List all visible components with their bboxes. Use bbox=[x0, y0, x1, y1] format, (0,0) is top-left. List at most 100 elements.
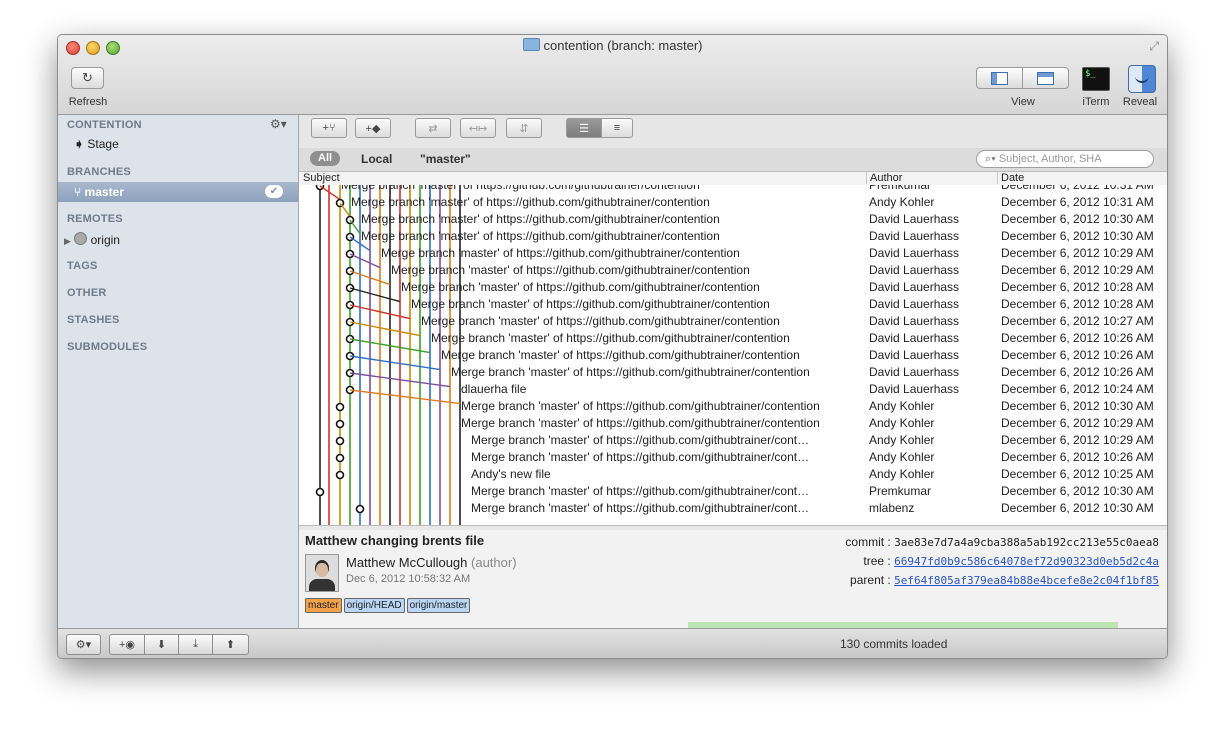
commit-subject-cell: Merge branch 'master' of https://github.… bbox=[401, 280, 760, 294]
commit-date-cell: December 6, 2012 10:26 AM bbox=[1001, 365, 1154, 379]
commit-subject-cell: Andy's new file bbox=[471, 467, 551, 481]
sidebar-header-submodules[interactable]: SUBMODULES bbox=[67, 341, 147, 353]
toolbar: contention (branch: master) ⤢ ↻ Refresh … bbox=[58, 35, 1167, 115]
commit-date-cell: December 6, 2012 10:31 AM bbox=[1001, 195, 1154, 209]
sidebar-header-branches: BRANCHES bbox=[67, 166, 131, 178]
table-row[interactable]: Merge branch 'master' of https://github.… bbox=[299, 484, 1167, 501]
push-button[interactable]: ⬆ bbox=[212, 634, 249, 655]
rebase-button[interactable]: ⇵ bbox=[506, 118, 542, 138]
fetch-button[interactable]: ⬇ bbox=[144, 634, 179, 655]
merge-button[interactable]: ⇄ bbox=[415, 118, 451, 138]
commit-date-cell: December 6, 2012 10:26 AM bbox=[1001, 331, 1154, 345]
add-tag-icon: +◆ bbox=[365, 122, 381, 135]
commit-date-cell: December 6, 2012 10:30 AM bbox=[1001, 212, 1154, 226]
reveal-in-finder-button[interactable] bbox=[1128, 65, 1156, 93]
pull-button[interactable]: ⤓ bbox=[178, 634, 213, 655]
table-row[interactable]: Merge branch 'master' of https://github.… bbox=[299, 229, 1167, 246]
commit-sha-row: commit : 3ae83e7d7a4a9cba388a5ab192cc213… bbox=[845, 535, 1159, 549]
filter-local[interactable]: Local bbox=[361, 152, 392, 166]
detailed-view-button[interactable]: ☰ bbox=[566, 118, 602, 138]
commit-date-cell: December 6, 2012 10:30 AM bbox=[1001, 229, 1154, 243]
avatar bbox=[305, 554, 339, 592]
filter-all[interactable]: All bbox=[310, 151, 341, 166]
column-date[interactable]: Date bbox=[997, 172, 1024, 184]
commit-subject-cell: Merge branch 'master' of https://github.… bbox=[421, 314, 780, 328]
reveal-label: Reveal bbox=[1122, 96, 1158, 108]
commit-author-cell: David Lauerhass bbox=[869, 331, 960, 345]
sidebar-item-master-content: ⑂ master bbox=[74, 185, 124, 199]
commit-subject-cell: Merge branch 'master' of https://github.… bbox=[461, 416, 820, 430]
filter-current-branch[interactable]: "master" bbox=[420, 152, 471, 166]
view-commit-button[interactable] bbox=[1022, 67, 1069, 89]
ref-label-origin-master[interactable]: origin/master bbox=[406, 598, 471, 613]
sidebar-gear-icon[interactable]: ⚙▾ bbox=[270, 117, 287, 131]
table-row[interactable]: Merge branch 'master' of https://github.… bbox=[299, 365, 1167, 382]
refresh-label: Refresh bbox=[68, 96, 108, 108]
search-placeholder: Subject, Author, SHA bbox=[998, 153, 1102, 165]
table-row[interactable]: Merge branch 'master' of https://github.… bbox=[299, 433, 1167, 450]
view-history-button[interactable] bbox=[976, 67, 1023, 89]
table-row[interactable]: Merge branch 'master' of https://github.… bbox=[299, 212, 1167, 229]
column-author[interactable]: Author bbox=[866, 172, 902, 184]
table-row[interactable]: Merge branch 'master' of https://github.… bbox=[299, 297, 1167, 314]
bottom-bar: ⚙▾ +◉ ⬇ ⤓ ⬆ 130 commits loaded bbox=[58, 628, 1167, 658]
action-gear-button[interactable]: ⚙▾ bbox=[66, 634, 101, 655]
folder-icon bbox=[522, 38, 540, 51]
commit-subject-cell: Merge branch 'master' of https://github.… bbox=[391, 263, 750, 277]
table-row[interactable]: Merge branch 'master' of https://github.… bbox=[299, 263, 1167, 280]
iterm-button[interactable]: $_ bbox=[1082, 67, 1110, 91]
commit-subject-cell: Merge branch 'master' of https://github.… bbox=[441, 348, 800, 362]
sidebar-header-other[interactable]: OTHER bbox=[67, 287, 107, 299]
create-branch-button[interactable]: +⑂ bbox=[311, 118, 347, 138]
table-row[interactable]: Merge branch 'master' of https://github.… bbox=[299, 246, 1167, 263]
table-row[interactable]: Merge branch 'master' of https://github.… bbox=[299, 399, 1167, 416]
create-tag-button[interactable]: +◆ bbox=[355, 118, 391, 138]
author-name: Matthew McCullough bbox=[346, 555, 468, 570]
table-row[interactable]: Merge branch 'master' of https://github.… bbox=[299, 185, 1167, 195]
column-subject[interactable]: Subject bbox=[303, 172, 340, 184]
compact-view-button[interactable]: ≡ bbox=[601, 118, 633, 138]
table-row[interactable]: dlauerha file David Lauerhass December 6, … bbox=[299, 382, 1167, 399]
fullscreen-icon[interactable]: ⤢ bbox=[1149, 39, 1159, 54]
table-row[interactable]: Merge branch 'master' of https://github.… bbox=[299, 416, 1167, 433]
tree-sha-link[interactable]: 66947fd0b9c586c64078ef72d90323d0eb5d2c4a bbox=[894, 555, 1159, 568]
sidebar-header-tags[interactable]: TAGS bbox=[67, 260, 98, 272]
commit-author-cell: David Lauerhass bbox=[869, 297, 960, 311]
table-row[interactable]: Merge branch 'master' of https://github.… bbox=[299, 314, 1167, 331]
commit-subject-cell: dlauerha file bbox=[461, 382, 527, 396]
disclosure-triangle-icon[interactable]: ▶ bbox=[64, 236, 71, 246]
commit-author-cell: David Lauerhass bbox=[869, 382, 960, 396]
ref-label-origin-head[interactable]: origin/HEAD bbox=[343, 598, 405, 613]
ref-label-master[interactable]: master bbox=[305, 598, 342, 613]
cherry-pick-button[interactable]: ↤↦ bbox=[460, 118, 496, 138]
sidebar-item-origin[interactable]: ▶ origin bbox=[64, 232, 120, 247]
table-row[interactable]: Merge branch 'master' of https://github.… bbox=[299, 195, 1167, 212]
remote-globe-icon bbox=[74, 232, 88, 245]
merge-icon: ⇄ bbox=[428, 122, 438, 135]
status-text: 130 commits loaded bbox=[840, 637, 948, 651]
table-row[interactable]: Merge branch 'master' of https://github.… bbox=[299, 348, 1167, 365]
commit-subject-cell: Merge branch 'master' of https://github.… bbox=[351, 195, 710, 209]
search-input[interactable]: ⌕▾ Subject, Author, SHA bbox=[976, 150, 1154, 168]
commit-date-cell: December 6, 2012 10:27 AM bbox=[1001, 314, 1154, 328]
branch-icon: ⑂ bbox=[74, 185, 82, 199]
table-row[interactable]: Merge branch 'master' of https://github.… bbox=[299, 501, 1167, 518]
add-remote-button[interactable]: +◉ bbox=[109, 634, 145, 655]
parent-sha-link[interactable]: 5ef64f805af379ea84b88e4bcefe8e2c04f1bf85 bbox=[894, 574, 1159, 587]
table-row[interactable]: Merge branch 'master' of https://github.… bbox=[299, 331, 1167, 348]
refresh-button[interactable]: ↻ bbox=[71, 67, 104, 89]
table-row[interactable]: Merge branch 'master' of https://github.… bbox=[299, 280, 1167, 297]
window-title: contention (branch: master) bbox=[58, 38, 1167, 53]
table-row[interactable]: Merge branch 'master' of https://github.… bbox=[299, 450, 1167, 467]
list-icon: ☰ bbox=[579, 122, 589, 135]
sidebar-header-remotes: REMOTES bbox=[67, 213, 123, 225]
commit-date-cell: December 6, 2012 10:25 AM bbox=[1001, 467, 1154, 481]
add-branch-icon: +⑂ bbox=[322, 122, 336, 134]
add-remote-icon: +◉ bbox=[118, 639, 136, 651]
commit-date-cell: December 6, 2012 10:30 AM bbox=[1001, 484, 1154, 498]
sidebar-item-stage[interactable]: ➧ Stage bbox=[74, 137, 119, 151]
sidebar-header-stashes[interactable]: STASHES bbox=[67, 314, 120, 326]
commit-list[interactable]: Merge branch 'master' of https://github.… bbox=[299, 185, 1167, 525]
table-row[interactable]: Andy's new file Andy Kohler December 6, 20… bbox=[299, 467, 1167, 484]
commit-date-cell: December 6, 2012 10:24 AM bbox=[1001, 382, 1154, 396]
